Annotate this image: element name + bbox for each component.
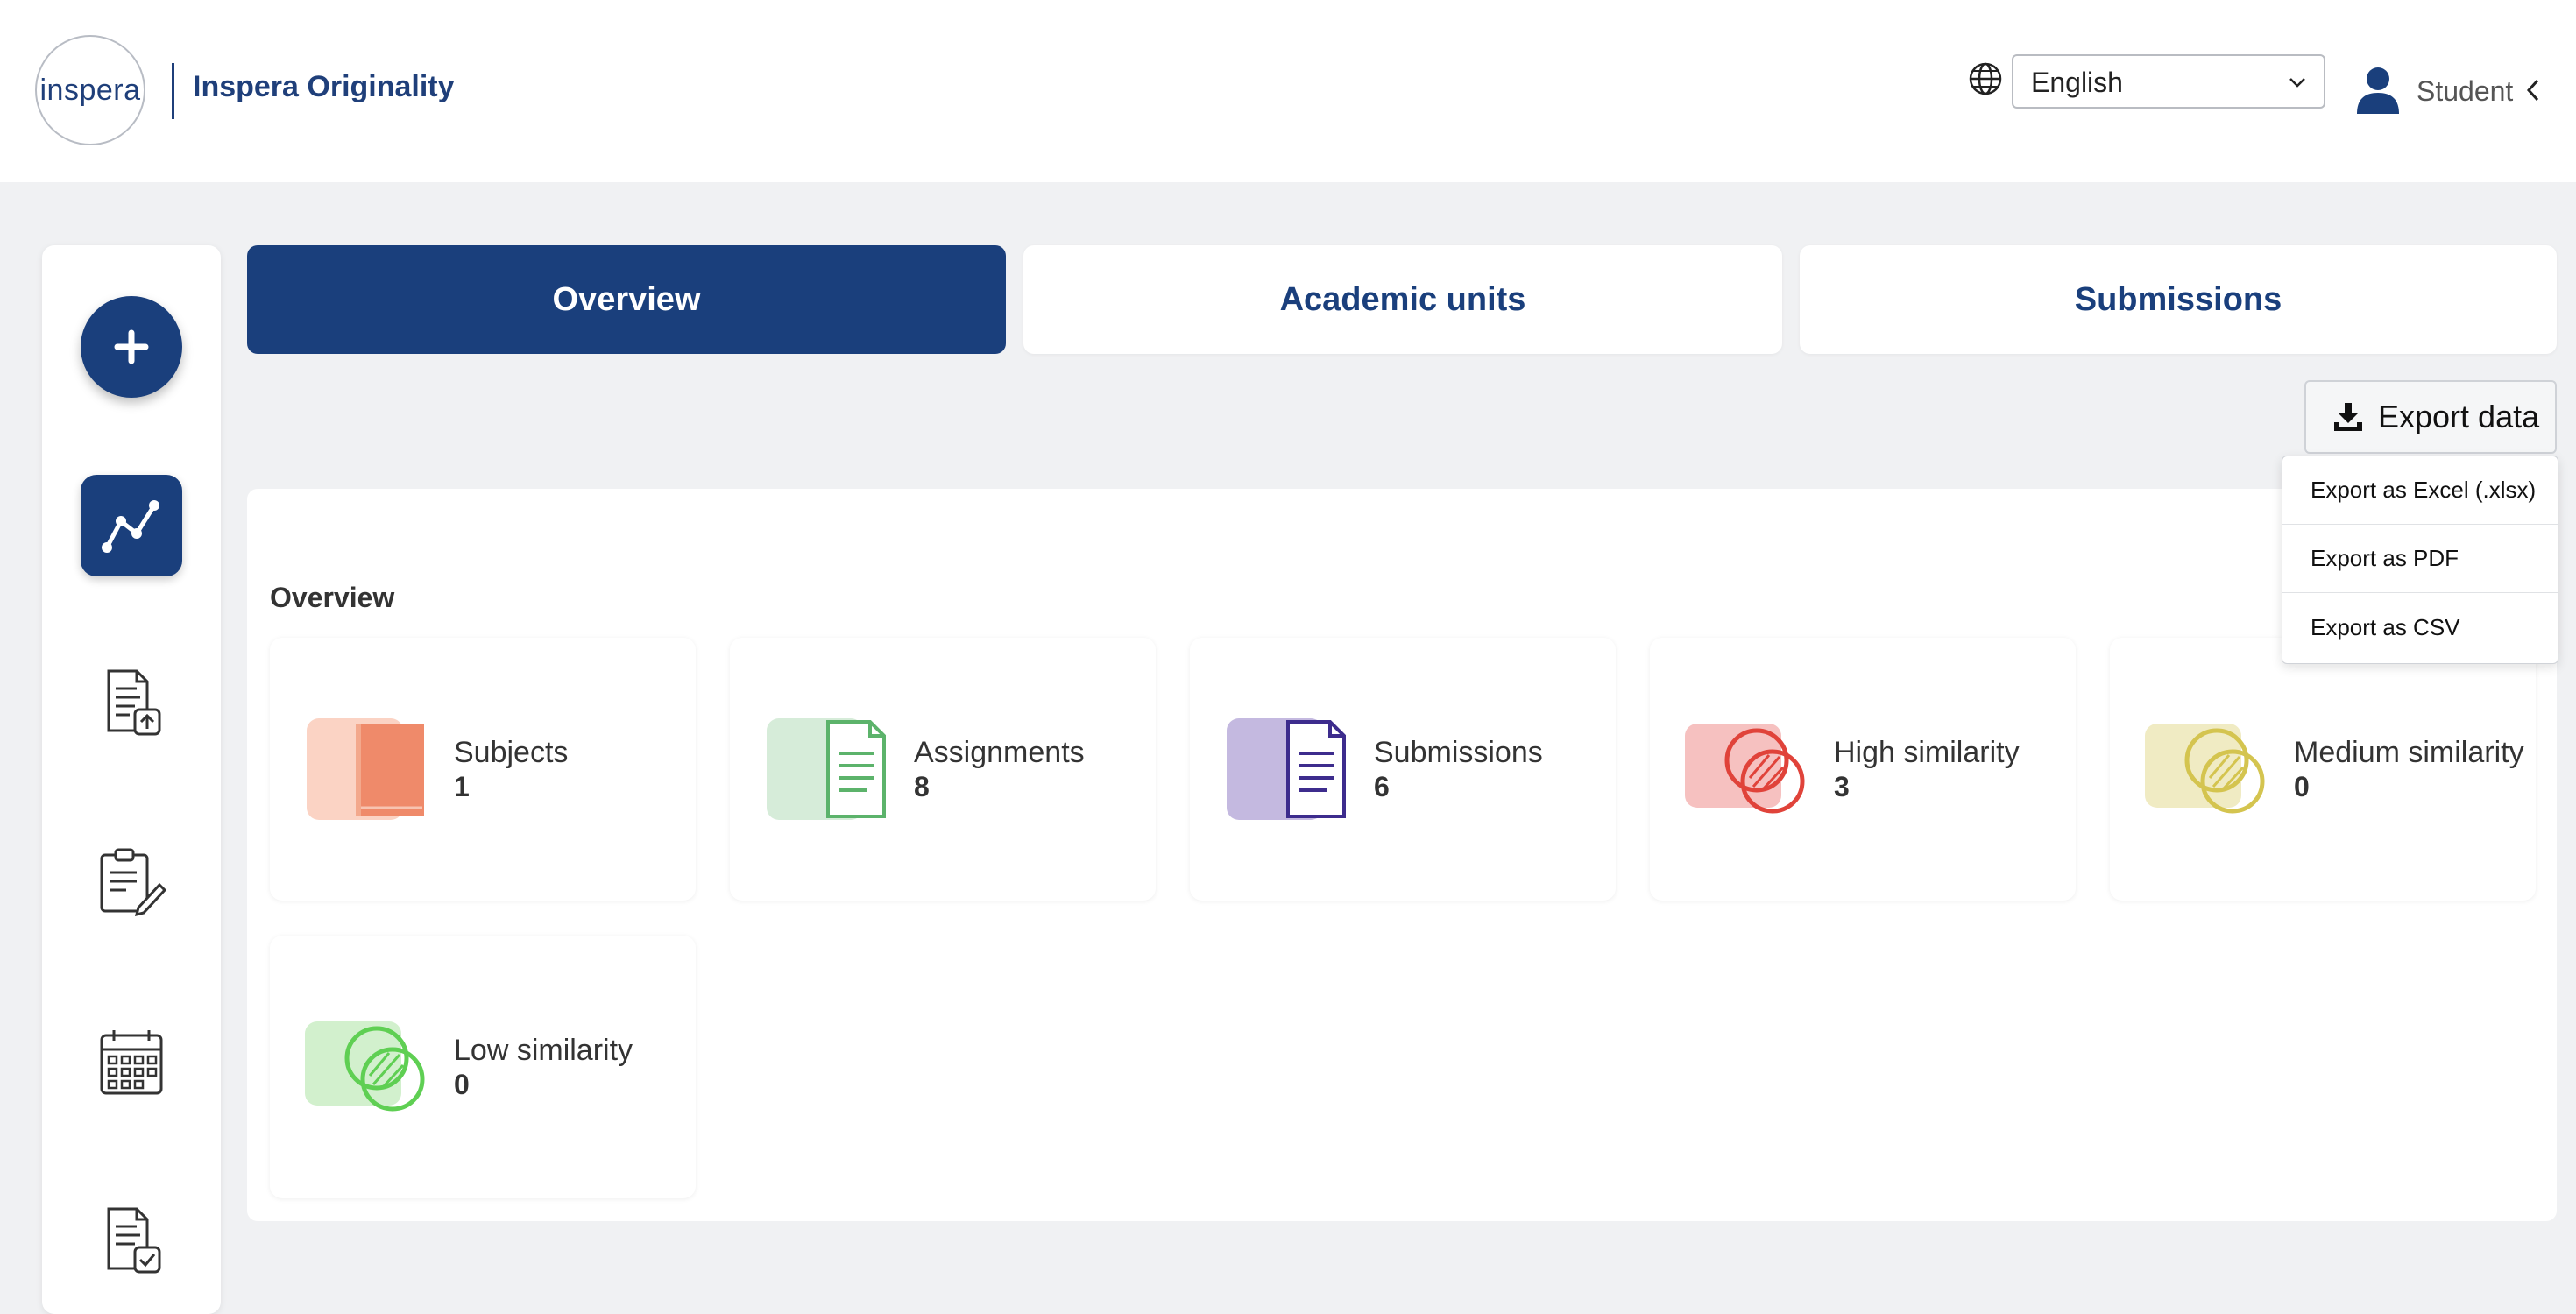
tab-submissions[interactable]: Submissions	[1800, 245, 2557, 354]
card-label: High similarity	[1834, 736, 2020, 769]
overview-title: Overview	[270, 582, 395, 613]
analytics-nav-button[interactable]	[81, 475, 182, 576]
similarity-icon	[1685, 724, 1805, 814]
language-value: English	[2031, 67, 2123, 98]
logo-text: inspera	[39, 73, 141, 107]
tab-overview[interactable]: Overview	[247, 245, 1006, 354]
document-icon	[767, 718, 886, 820]
export-pdf-option[interactable]: Export as PDF	[2282, 525, 2558, 593]
export-csv-option[interactable]: Export as CSV	[2282, 593, 2558, 661]
top-header: inspera Inspera Originality English Stud…	[0, 0, 2576, 182]
globe-icon	[1969, 62, 2002, 95]
add-button[interactable]	[81, 296, 182, 398]
download-icon	[2334, 403, 2362, 431]
stat-card-low-similarity[interactable]: Low similarity 0	[270, 936, 696, 1198]
card-value: 0	[2294, 771, 2310, 802]
upload-document-icon[interactable]	[91, 662, 172, 743]
calendar-icon[interactable]	[91, 1021, 172, 1102]
tab-overview-label: Overview	[552, 280, 701, 318]
card-value: 8	[914, 771, 930, 802]
card-label: Low similarity	[454, 1034, 633, 1067]
brand-title: Inspera Originality	[193, 70, 455, 103]
clipboard-edit-icon[interactable]	[91, 841, 172, 922]
card-label: Subjects	[454, 736, 569, 769]
card-label: Submissions	[1374, 736, 1543, 769]
tab-submissions-label: Submissions	[2074, 280, 2282, 318]
stat-card-assignments[interactable]: Assignments 8	[730, 638, 1156, 901]
line-chart-icon	[102, 500, 159, 553]
tab-academic-units-label: Academic units	[1279, 280, 1526, 318]
card-value: 3	[1834, 771, 1850, 802]
language-select[interactable]: English	[2012, 54, 2325, 109]
export-dropdown-menu: Export as Excel (.xlsx) Export as PDF Ex…	[2282, 456, 2558, 664]
card-value: 6	[1374, 771, 1390, 802]
logo-divider	[172, 63, 174, 119]
chevron-down-icon	[2289, 78, 2305, 88]
chevron-left-icon[interactable]	[2523, 77, 2543, 103]
stat-card-high-similarity[interactable]: High similarity 3	[1650, 638, 2076, 901]
inspera-logo[interactable]: inspera	[35, 35, 145, 145]
stat-card-medium-similarity[interactable]: Medium similarity 0	[2110, 638, 2536, 901]
export-data-label: Export data	[2378, 399, 2540, 434]
book-icon	[307, 718, 424, 820]
tab-academic-units[interactable]: Academic units	[1023, 245, 1782, 354]
stat-card-submissions[interactable]: Submissions 6	[1190, 638, 1616, 901]
export-excel-option[interactable]: Export as Excel (.xlsx)	[2282, 456, 2558, 525]
card-value: 1	[454, 771, 470, 802]
card-label: Medium similarity	[2294, 736, 2524, 769]
similarity-icon	[2145, 724, 2265, 814]
user-icon[interactable]	[2355, 65, 2401, 114]
stat-card-subjects[interactable]: Subjects 1	[270, 638, 696, 901]
card-label: Assignments	[914, 736, 1085, 769]
document-check-icon[interactable]	[91, 1200, 172, 1281]
export-data-button[interactable]: Export data	[2304, 380, 2557, 454]
card-value: 0	[454, 1069, 470, 1100]
plus-icon	[114, 329, 149, 364]
user-role-label[interactable]: Student	[2417, 75, 2513, 108]
document-icon	[1227, 718, 1346, 820]
similarity-icon	[305, 1021, 425, 1112]
sidebar	[42, 245, 221, 1314]
